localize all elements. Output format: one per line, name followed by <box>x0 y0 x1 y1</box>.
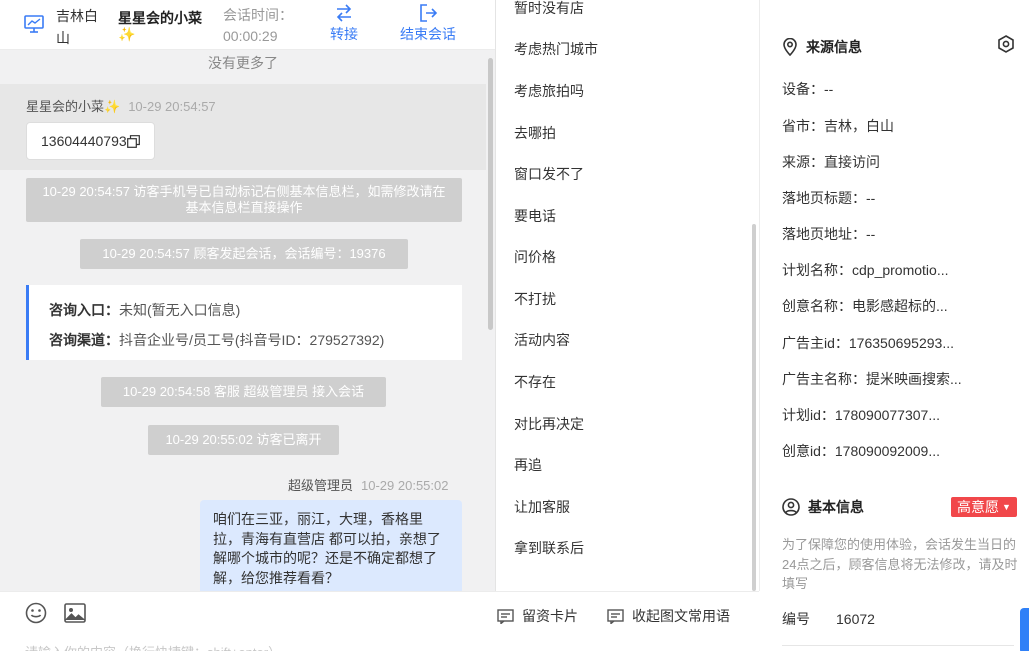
session-time-value: 00:00:29 <box>223 28 278 44</box>
quick-reply-item[interactable]: 窗口发不了 <box>514 164 584 184</box>
source-field: 落地页地址：-- <box>782 226 876 242</box>
consult-channel-label: 咨询渠道： <box>49 332 119 348</box>
end-session-label: 结束会话 <box>400 26 456 42</box>
system-message: 10-29 20:54:57 顾客发起会话，会话编号：19376 <box>80 239 408 269</box>
phrases-icon <box>607 609 624 625</box>
consult-info-card: 咨询入口：未知(暂无入口信息) 咨询渠道：抖音企业号/员工号(抖音号ID：279… <box>26 285 462 360</box>
consult-entry-row: 咨询入口：未知(暂无入口信息) <box>49 295 462 325</box>
source-field: 落地页标题：-- <box>782 190 876 206</box>
basic-info-title: 基本信息 <box>782 497 864 517</box>
consult-channel-row: 咨询渠道：抖音企业号/员工号(抖音号ID：279527392) <box>49 325 462 355</box>
sparkle-icon: ✨ <box>118 26 136 42</box>
source-info-title-text: 来源信息 <box>806 39 862 55</box>
quick-reply-item[interactable]: 再追 <box>514 455 542 475</box>
chat-scrollbar[interactable] <box>488 58 493 330</box>
location-pin-icon <box>783 37 797 57</box>
quick-reply-item[interactable]: 对比再决定 <box>514 414 584 434</box>
quick-reply-item[interactable]: 问价格 <box>514 247 556 267</box>
intent-tag-label: 高意愿 <box>957 499 999 515</box>
quick-reply-item[interactable]: 不打扰 <box>514 289 556 309</box>
consult-entry-label: 咨询入口： <box>49 302 119 318</box>
system-message: 10-29 20:54:57 访客手机号已自动标记右侧基本信息栏，如需修改请在基… <box>26 178 462 222</box>
agent-message-time: 10-29 20:55:02 <box>361 478 449 493</box>
visitor-name: 星星会的小菜 <box>118 10 202 26</box>
edit-notice: 为了保障您的使用体验，会话发生当日的24点之后，顾客信息将无法修改，请及时填写 <box>782 537 1018 591</box>
collapse-phrases-label: 收起图文常用语 <box>632 608 730 624</box>
visitor-message: 星星会的小菜✨ 10-29 20:54:57 13604440793 <box>0 84 486 170</box>
source-info-title: 来源信息 <box>782 37 862 57</box>
logout-icon <box>420 4 438 22</box>
card-icon <box>497 609 514 625</box>
quick-reply-item[interactable]: 让加客服 <box>514 497 570 517</box>
emoji-icon[interactable] <box>25 602 47 624</box>
visitor-id-label: 编号 <box>782 611 810 627</box>
visitor-message-time: 10-29 20:54:57 <box>128 99 216 114</box>
end-session-button[interactable]: 结束会话 <box>400 4 456 44</box>
quick-reply-item[interactable]: 要电话 <box>514 206 556 226</box>
transfer-icon <box>336 4 352 22</box>
system-message: 10-29 20:54:58 客服 超级管理员 接入会话 <box>101 377 386 407</box>
transfer-label: 转接 <box>330 26 358 42</box>
image-icon[interactable] <box>64 603 86 623</box>
source-field: 广告主名称：提米映画搜索... <box>782 371 962 387</box>
visitor-message-meta: 星星会的小菜✨ 10-29 20:54:57 <box>26 96 216 115</box>
source-field: 创意id：178090092009... <box>782 443 940 459</box>
side-toggle-button[interactable] <box>1020 608 1029 651</box>
quick-reply-item[interactable]: 去哪拍 <box>514 123 556 143</box>
agent-message-sender: 超级管理员 <box>288 478 354 493</box>
system-message: 10-29 20:55:02 访客已离开 <box>148 425 339 455</box>
no-more-text: 没有更多了 <box>208 55 278 71</box>
visitor-message-sender: 星星会的小菜✨ <box>26 99 121 114</box>
message-input[interactable]: 请输入你的内容（换行快捷键：shift+enter） <box>25 642 281 651</box>
quick-reply-item[interactable]: 暂时没有店 <box>514 0 584 18</box>
source-field: 计划名称：cdp_promotio... <box>782 262 949 278</box>
quick-reply-item[interactable]: 考虑热门城市 <box>514 39 598 59</box>
agent-message-meta: 超级管理员 10-29 20:55:02 <box>288 475 448 494</box>
phone-message-bubble: 13604440793 <box>26 122 155 160</box>
session-time-label: 会话时间： <box>223 7 293 23</box>
consult-entry-value: 未知(暂无入口信息) <box>119 302 241 318</box>
copy-icon[interactable] <box>126 135 140 148</box>
quick-reply-item[interactable]: 活动内容 <box>514 330 570 350</box>
chat-panel: 吉林白山 星星会的小菜 ✨ 会话时间： 00:00:29 转接 结束会话 没有更… <box>0 0 496 651</box>
source-field: 来源：直接访问 <box>782 154 880 170</box>
quick-reply-item[interactable]: 拿到联系后 <box>514 538 584 558</box>
visitor-info-panel: 来源信息 设备：-- 省市：吉林，白山 来源：直接访问 落地页标题：-- 落地页… <box>760 0 1029 651</box>
lead-card-button[interactable]: 留资卡片 <box>497 606 578 626</box>
message-composer: 留资卡片 收起图文常用语 请输入你的内容（换行快捷键：shift+enter） <box>0 591 759 651</box>
intent-tag-dropdown[interactable]: 高意愿 ▼ <box>951 497 1017 517</box>
visitor-id-value: 16072 <box>836 611 875 627</box>
source-field: 广告主id：176350695293... <box>782 335 954 351</box>
quick-reply-item[interactable]: 不存在 <box>514 372 556 392</box>
user-circle-icon <box>782 498 800 516</box>
phone-number-text: 13604440793 <box>41 133 127 149</box>
chat-header: 吉林白山 星星会的小菜 ✨ 会话时间： 00:00:29 转接 结束会话 <box>0 0 495 50</box>
lead-card-label: 留资卡片 <box>522 608 578 624</box>
source-field: 省市：吉林，白山 <box>782 118 894 134</box>
quick-reply-panel: 暂时没有店 考虑热门城市 考虑旅拍吗 去哪拍 窗口发不了 要电话 问价格 不打扰… <box>496 0 760 591</box>
consult-channel-value: 抖音企业号/员工号(抖音号ID：279527392) <box>119 332 385 348</box>
source-field: 计划id：178090077307... <box>782 407 940 423</box>
transfer-button[interactable]: 转接 <box>330 4 358 44</box>
source-field: 创意名称：电影感超标的... <box>782 298 948 314</box>
visitor-location: 吉林白山 <box>56 8 98 46</box>
monitor-icon <box>24 15 44 33</box>
source-field: 设备：-- <box>782 81 834 97</box>
divider <box>782 645 1014 646</box>
collapse-phrases-button[interactable]: 收起图文常用语 <box>607 606 730 626</box>
visitor-id-row: 编号 16072 <box>782 609 875 629</box>
quick-reply-item[interactable]: 考虑旅拍吗 <box>514 81 584 101</box>
basic-info-title-text: 基本信息 <box>808 499 864 515</box>
settings-icon[interactable] <box>997 35 1015 53</box>
quick-reply-scrollbar[interactable] <box>752 224 756 591</box>
caret-down-icon: ▼ <box>1002 502 1011 512</box>
